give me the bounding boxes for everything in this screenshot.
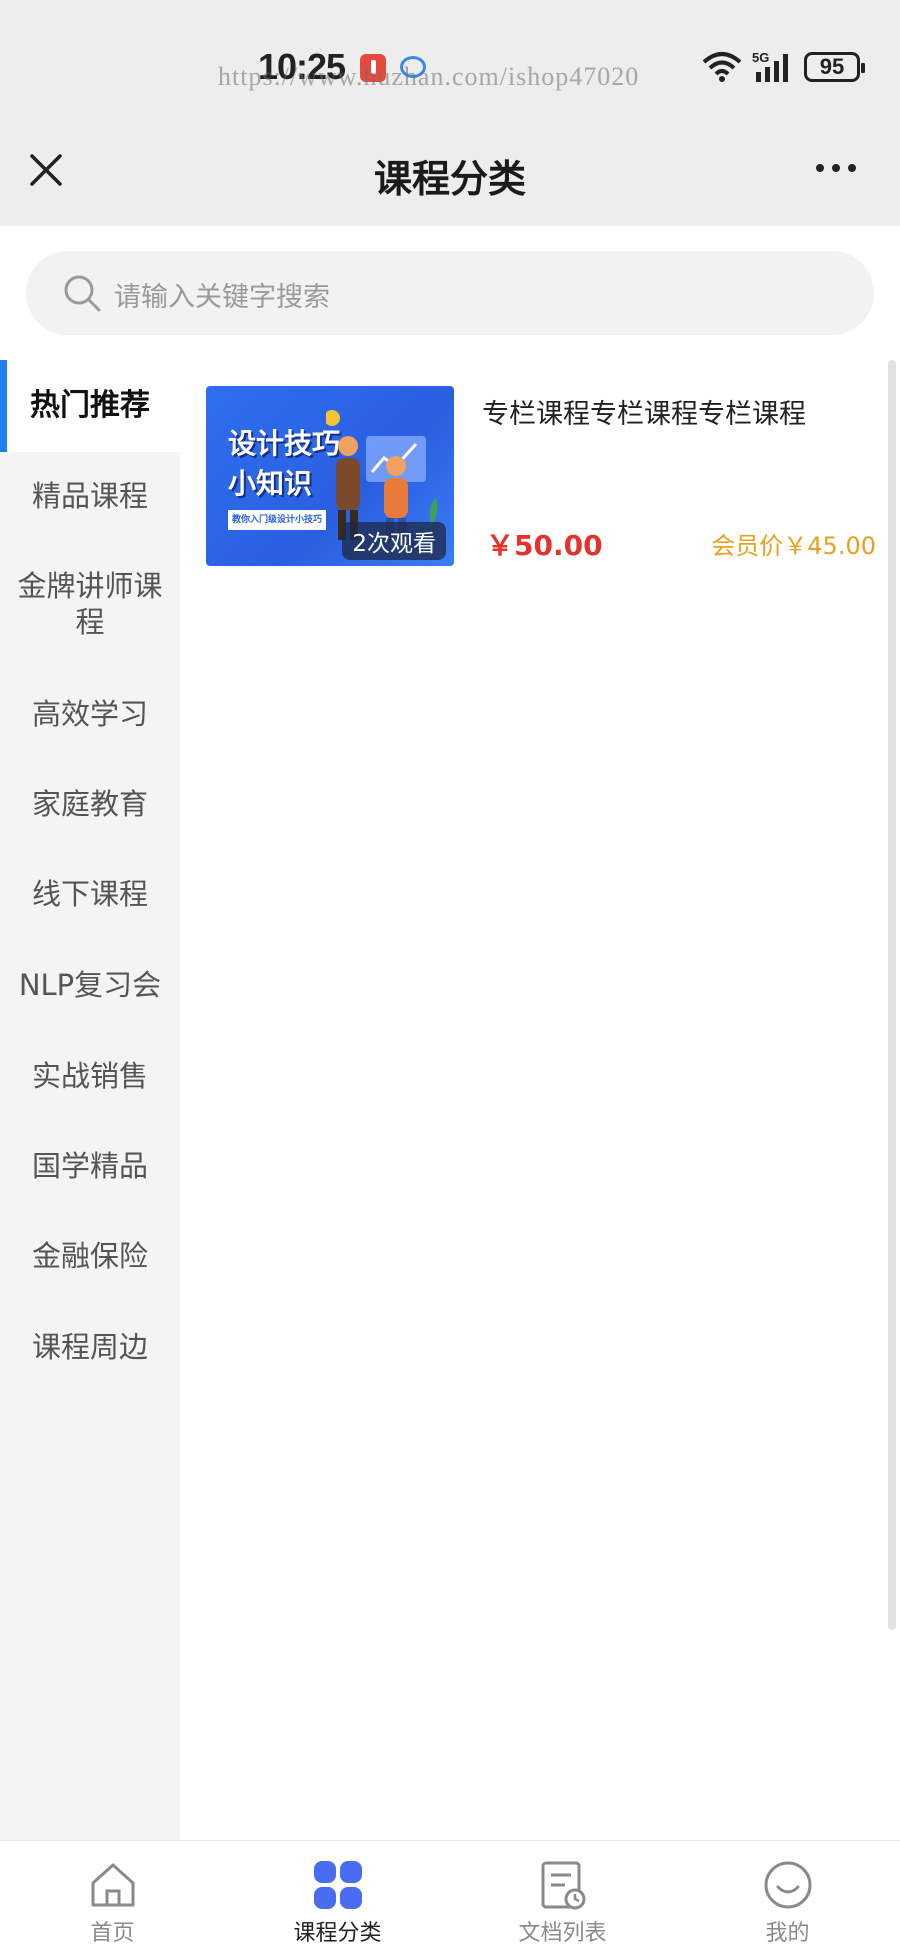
sidebar-item-finance[interactable]: 金融保险 bbox=[0, 1210, 180, 1302]
network-type: 5G bbox=[752, 50, 769, 65]
course-card[interactable]: 设计技巧 小知识 教你入门级设计小技巧 2次观看 专栏课程专栏课程专栏课程 ￥5… bbox=[206, 386, 876, 566]
sidebar-item-family-education[interactable]: 家庭教育 bbox=[0, 760, 180, 848]
wifi-icon bbox=[702, 52, 742, 82]
signal-icon: 5G bbox=[752, 50, 788, 82]
tab-documents-label: 文档列表 bbox=[518, 1921, 607, 1946]
course-price: ￥50.00 bbox=[486, 529, 603, 562]
watermark: https://www.huzhan.com/ishop47020 bbox=[218, 62, 640, 91]
sidebar-item-chinese-studies[interactable]: 国学精品 bbox=[0, 1122, 180, 1210]
home-icon bbox=[91, 1863, 135, 1907]
thumbnail-title-line-1: 设计技巧 bbox=[228, 427, 341, 460]
course-list: 设计技巧 小知识 教你入门级设计小技巧 2次观看 专栏课程专栏课程专栏课程 ￥5… bbox=[180, 360, 900, 1840]
search-input[interactable]: 请输入关键字搜索 bbox=[26, 251, 874, 335]
tab-home-label: 首页 bbox=[90, 1921, 135, 1946]
smile-icon bbox=[764, 1861, 812, 1909]
battery-indicator: 95 bbox=[804, 52, 865, 82]
category-sidebar: 热门推荐 精品课程 金牌讲师课程 高效学习 家庭教育 线下课程 NLP复习会 实… bbox=[0, 360, 180, 1840]
status-bar: 10:25 https://www.huzhan.com/ishop47020 … bbox=[0, 0, 900, 120]
tab-profile[interactable]: 我的 bbox=[675, 1841, 900, 1950]
tab-profile-label: 我的 bbox=[765, 1921, 810, 1946]
tab-documents[interactable]: 文档列表 bbox=[450, 1841, 675, 1950]
sidebar-item-efficient-learning[interactable]: 高效学习 bbox=[0, 668, 180, 760]
sidebar-item-offline[interactable]: 线下课程 bbox=[0, 848, 180, 940]
search-area: 请输入关键字搜索 bbox=[0, 226, 900, 360]
nav-bar: 课程分类 bbox=[0, 120, 900, 226]
thumbnail-subtitle: 教你入门级设计小技巧 bbox=[228, 510, 327, 530]
view-count: 2次观看 bbox=[342, 522, 446, 560]
tab-category-label: 课程分类 bbox=[293, 1921, 382, 1946]
bottom-tab-bar: 首页 课程分类 文档列表 我的 bbox=[0, 1840, 900, 1950]
sidebar-item-merch[interactable]: 课程周边 bbox=[0, 1302, 180, 1392]
course-thumbnail[interactable]: 设计技巧 小知识 教你入门级设计小技巧 2次观看 bbox=[206, 386, 454, 566]
sidebar-item-gold-lecturer[interactable]: 金牌讲师课程 bbox=[0, 540, 180, 668]
grid-icon bbox=[314, 1861, 362, 1909]
more-icon[interactable] bbox=[814, 160, 858, 176]
thumbnail-title-line-2: 小知识 bbox=[228, 467, 313, 500]
scrollbar[interactable] bbox=[888, 360, 896, 1630]
thumbnail-title: 设计技巧 小知识 bbox=[228, 424, 340, 504]
tab-category[interactable]: 课程分类 bbox=[225, 1841, 450, 1950]
member-price: 会员价￥45.00 bbox=[711, 532, 876, 560]
tab-home[interactable]: 首页 bbox=[0, 1841, 225, 1950]
document-icon bbox=[541, 1861, 586, 1910]
page-title: 课程分类 bbox=[373, 157, 526, 201]
search-placeholder: 请输入关键字搜索 bbox=[114, 282, 330, 313]
sidebar-item-sales[interactable]: 实战销售 bbox=[0, 1030, 180, 1122]
sidebar-item-hot[interactable]: 热门推荐 bbox=[0, 360, 180, 452]
course-title[interactable]: 专栏课程专栏课程专栏课程 bbox=[482, 392, 806, 431]
search-icon bbox=[64, 275, 101, 312]
sidebar-item-premium[interactable]: 精品课程 bbox=[0, 452, 180, 540]
sidebar-item-nlp[interactable]: NLP复习会 bbox=[0, 940, 180, 1030]
